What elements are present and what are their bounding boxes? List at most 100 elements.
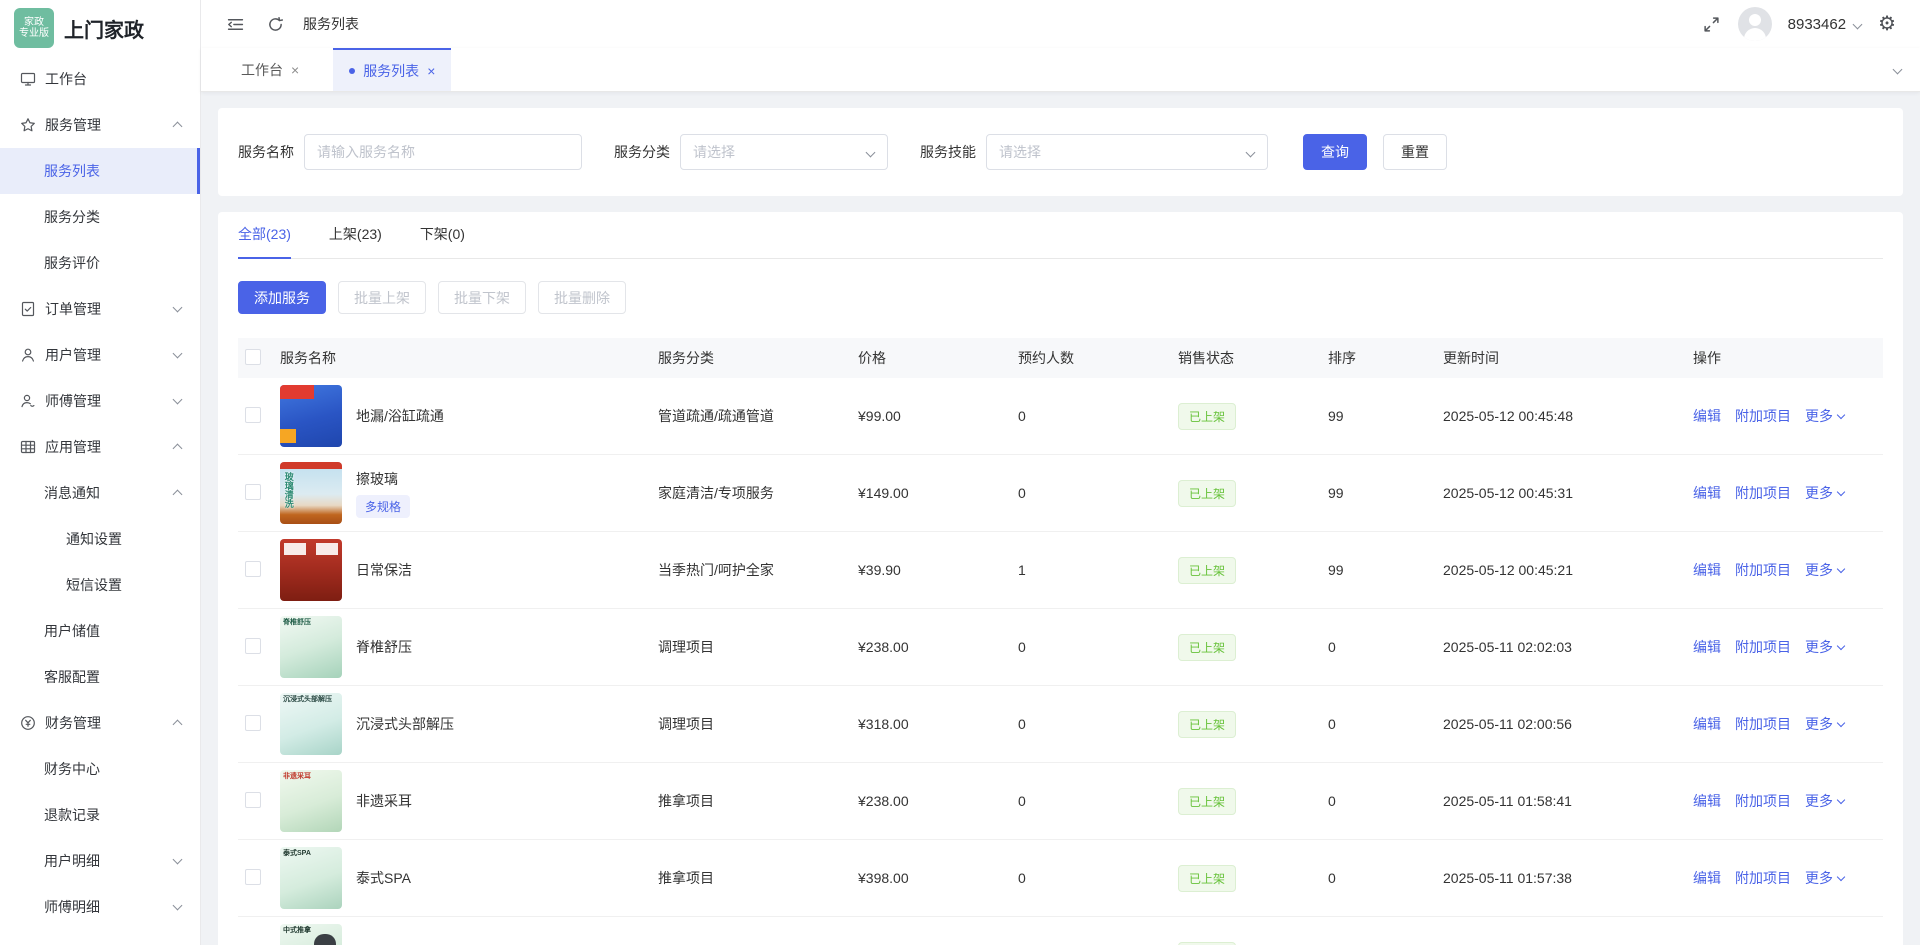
tab-label: 服务列表	[363, 61, 419, 81]
row-checkbox[interactable]	[245, 484, 261, 500]
addon-link[interactable]: 附加项目	[1735, 637, 1791, 657]
sidebar-item-sms-settings[interactable]: 短信设置	[0, 562, 200, 608]
tab-on-shelf[interactable]: 上架(23)	[329, 224, 382, 258]
tab-workbench[interactable]: 工作台 ×	[225, 48, 315, 91]
row-checkbox[interactable]	[245, 638, 261, 654]
service-bookings: 0	[1018, 870, 1178, 886]
sidebar-item-user-details[interactable]: 用户明细	[0, 838, 200, 884]
more-dropdown[interactable]: 更多	[1805, 483, 1846, 503]
sidebar-item-service-list[interactable]: 服务列表	[0, 148, 200, 194]
reset-button[interactable]: 重置	[1383, 134, 1447, 170]
addon-link[interactable]: 附加项目	[1735, 560, 1791, 580]
service-sort: 99	[1328, 485, 1443, 501]
service-price: ¥318.00	[858, 716, 1018, 732]
service-category-select[interactable]: 请选择	[680, 134, 888, 170]
search-button[interactable]: 查询	[1303, 134, 1367, 170]
main-content: 服务名称 服务分类 请选择 服务技能 请选择	[201, 92, 1920, 945]
chevron-down-icon	[1837, 643, 1846, 652]
avatar[interactable]	[1738, 7, 1772, 41]
service-name: 地漏/浴缸疏通	[356, 406, 444, 426]
sidebar-item-label: 服务列表	[44, 161, 100, 181]
sidebar-item-user-mgmt[interactable]: 用户管理	[0, 332, 200, 378]
addon-link[interactable]: 附加项目	[1735, 483, 1791, 503]
more-dropdown[interactable]: 更多	[1805, 791, 1846, 811]
service-updated: 2025-05-11 02:02:03	[1443, 639, 1693, 655]
addon-link[interactable]: 附加项目	[1735, 406, 1791, 426]
service-thumbnail: 中式推拿	[280, 924, 342, 945]
service-table: 服务名称 服务分类 价格 预约人数 销售状态 排序 更新时间 操作	[238, 338, 1883, 945]
sidebar-item-customer-service-config[interactable]: 客服配置	[0, 654, 200, 700]
add-service-button[interactable]: 添加服务	[238, 281, 326, 314]
sidebar-item-label: 服务分类	[44, 207, 100, 227]
sidebar-item-workbench[interactable]: 工作台	[0, 56, 200, 102]
fullscreen-icon[interactable]	[1702, 14, 1722, 34]
more-dropdown[interactable]: 更多	[1805, 637, 1846, 657]
menu-fold-icon[interactable]	[225, 14, 245, 34]
close-icon[interactable]: ×	[291, 63, 299, 77]
close-icon[interactable]: ×	[427, 64, 435, 78]
addon-link[interactable]: 附加项目	[1735, 714, 1791, 734]
page-tabbar: 工作台 × 服务列表 ×	[201, 48, 1920, 92]
filter-panel: 服务名称 服务分类 请选择 服务技能 请选择	[218, 108, 1903, 196]
tabbar-dropdown[interactable]	[1893, 48, 1902, 91]
col-sort: 排序	[1328, 348, 1443, 368]
finance-coin-icon	[20, 715, 36, 731]
row-checkbox[interactable]	[245, 792, 261, 808]
col-price: 价格	[858, 348, 1018, 368]
status-badge: 已上架	[1178, 557, 1236, 584]
tab-off-shelf[interactable]: 下架(0)	[420, 224, 465, 258]
addon-link[interactable]: 附加项目	[1735, 791, 1791, 811]
sidebar-item-user-stored-value[interactable]: 用户储值	[0, 608, 200, 654]
edit-link[interactable]: 编辑	[1693, 791, 1721, 811]
sidebar-item-service-review[interactable]: 服务评价	[0, 240, 200, 286]
select-all-checkbox[interactable]	[245, 349, 261, 365]
edit-link[interactable]: 编辑	[1693, 714, 1721, 734]
sidebar-item-message-notify[interactable]: 消息通知	[0, 470, 200, 516]
batch-on-shelf-button[interactable]: 批量上架	[338, 281, 426, 314]
sidebar-item-service-category[interactable]: 服务分类	[0, 194, 200, 240]
sidebar-item-label: 短信设置	[66, 575, 122, 595]
more-dropdown[interactable]: 更多	[1805, 560, 1846, 580]
service-category: 调理项目	[658, 714, 858, 734]
service-skill-select[interactable]: 请选择	[986, 134, 1268, 170]
batch-off-shelf-button[interactable]: 批量下架	[438, 281, 526, 314]
chevron-down-icon	[1837, 566, 1846, 575]
sidebar-item-finance-mgmt[interactable]: 财务管理	[0, 700, 200, 746]
service-sort: 99	[1328, 408, 1443, 424]
sidebar-item-notify-settings[interactable]: 通知设置	[0, 516, 200, 562]
row-checkbox[interactable]	[245, 869, 261, 885]
sidebar-item-refund-records[interactable]: 退款记录	[0, 792, 200, 838]
edit-link[interactable]: 编辑	[1693, 637, 1721, 657]
edit-link[interactable]: 编辑	[1693, 868, 1721, 888]
sidebar-item-master-mgmt[interactable]: 师傅管理	[0, 378, 200, 424]
tab-service-list[interactable]: 服务列表 ×	[333, 48, 451, 91]
refresh-icon[interactable]	[265, 14, 285, 34]
more-dropdown[interactable]: 更多	[1805, 406, 1846, 426]
service-name-input[interactable]	[304, 134, 582, 170]
edit-link[interactable]: 编辑	[1693, 560, 1721, 580]
row-checkbox[interactable]	[245, 715, 261, 731]
sidebar-item-renovation-mgmt[interactable]: 装修管理	[0, 930, 200, 945]
addon-link[interactable]: 附加项目	[1735, 868, 1791, 888]
monitor-icon	[20, 71, 36, 87]
service-name: 擦玻璃	[356, 469, 410, 489]
sidebar-item-order-mgmt[interactable]: 订单管理	[0, 286, 200, 332]
service-updated: 2025-05-12 00:45:21	[1443, 562, 1693, 578]
settings-gear-icon[interactable]: ⚙	[1878, 14, 1896, 34]
tab-all[interactable]: 全部(23)	[238, 224, 291, 258]
user-menu[interactable]: 8933462	[1788, 16, 1862, 33]
row-checkbox[interactable]	[245, 561, 261, 577]
sidebar-item-service-mgmt[interactable]: 服务管理	[0, 102, 200, 148]
sidebar-item-finance-center[interactable]: 财务中心	[0, 746, 200, 792]
batch-delete-button[interactable]: 批量删除	[538, 281, 626, 314]
edit-link[interactable]: 编辑	[1693, 483, 1721, 503]
more-dropdown[interactable]: 更多	[1805, 868, 1846, 888]
more-dropdown[interactable]: 更多	[1805, 714, 1846, 734]
chevron-down-icon	[172, 396, 182, 406]
sidebar-item-app-mgmt[interactable]: 应用管理	[0, 424, 200, 470]
service-category: 推拿项目	[658, 791, 858, 811]
sidebar-item-master-details[interactable]: 师傅明细	[0, 884, 200, 930]
service-category: 管道疏通/疏通管道	[658, 406, 858, 426]
row-checkbox[interactable]	[245, 407, 261, 423]
edit-link[interactable]: 编辑	[1693, 406, 1721, 426]
